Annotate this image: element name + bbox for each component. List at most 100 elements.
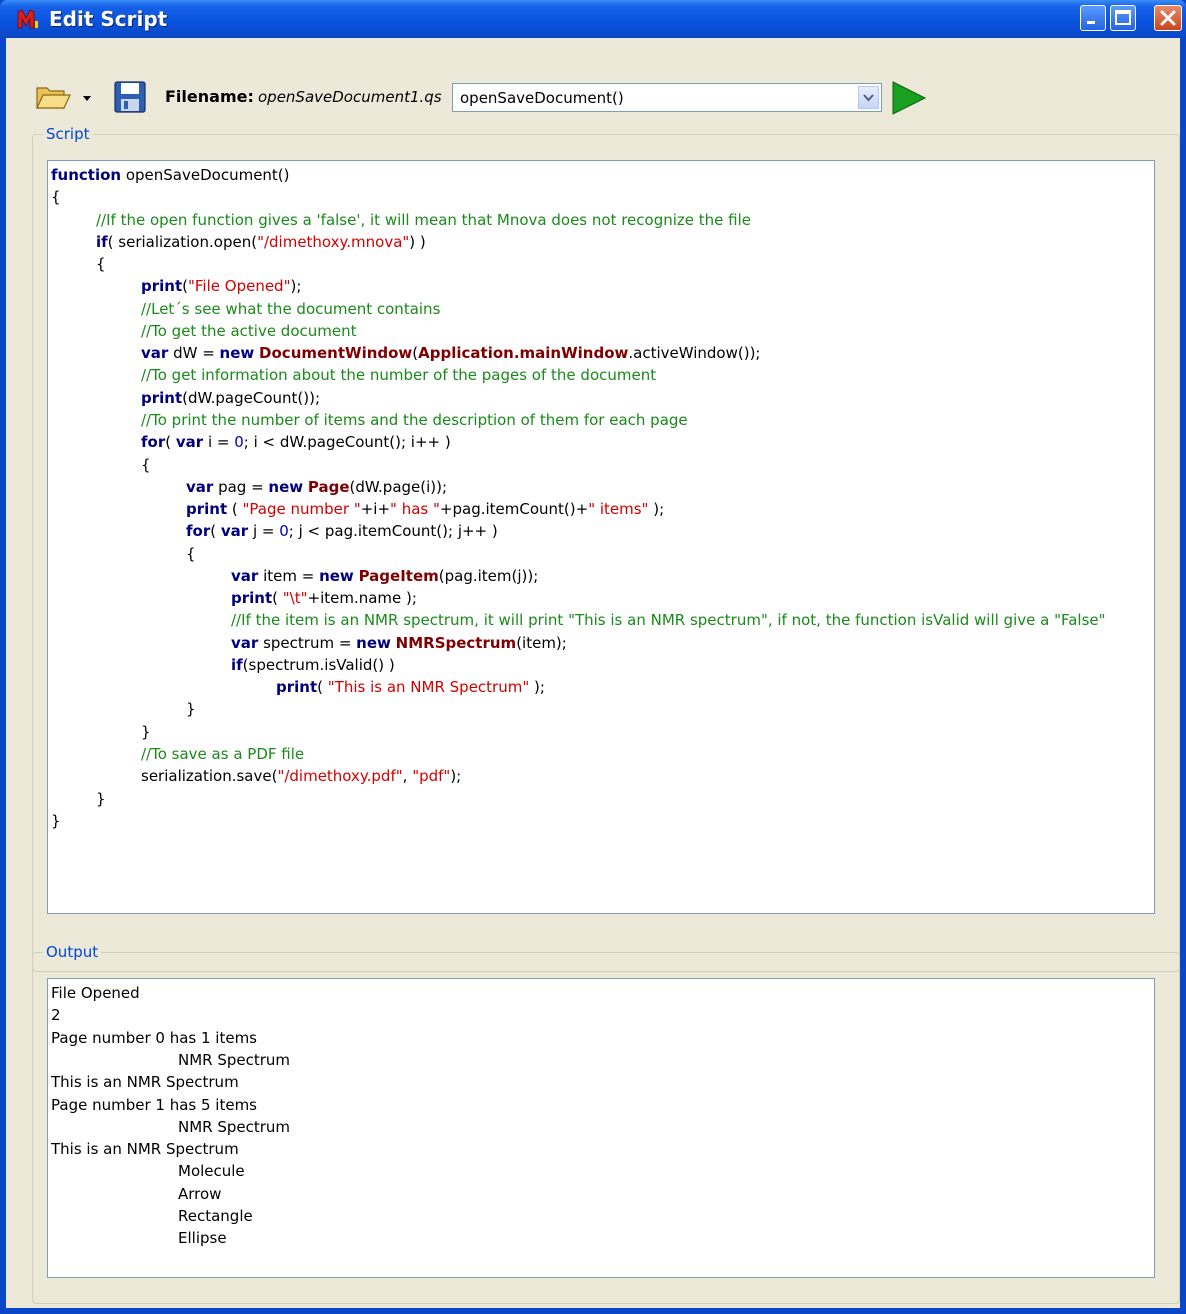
code-string: "/dimethoxy.mnova" xyxy=(257,232,410,251)
code-line: { xyxy=(96,254,106,274)
code-text: { xyxy=(51,188,61,207)
script-editor[interactable]: function openSaveDocument() { //If the ope… xyxy=(47,160,1155,914)
output-group: Output File Opened 2 Page number 0 has 1 i… xyxy=(32,943,1180,1304)
play-icon xyxy=(892,81,927,115)
code-text: } xyxy=(51,811,61,830)
output-line: Page number 1 has 5 items xyxy=(51,1095,258,1114)
code-line: var item = new PageItem(pag.item(j)); xyxy=(231,566,538,586)
code-string: "/dimethoxy.pdf" xyxy=(277,767,403,786)
code-class: NMRSpectrum xyxy=(395,633,517,652)
code-keyword: new xyxy=(356,633,391,652)
code-number: 0 xyxy=(279,522,289,541)
minimize-icon xyxy=(1087,21,1095,24)
code-keyword: print xyxy=(231,589,273,608)
code-text: .activeWindow()); xyxy=(628,344,761,363)
run-script-button[interactable] xyxy=(891,80,927,116)
code-number: 0 xyxy=(234,433,244,452)
code-line: } xyxy=(141,722,151,742)
code-line: print("File Opened"); xyxy=(141,276,301,296)
function-select-value: openSaveDocument() xyxy=(460,89,624,107)
code-keyword: if xyxy=(231,655,243,674)
code-line: var dW = new DocumentWindow(Application.… xyxy=(141,343,761,363)
minimize-button[interactable] xyxy=(1080,5,1106,31)
chevron-down-icon xyxy=(83,96,91,101)
close-button[interactable] xyxy=(1154,5,1182,31)
code-keyword: function xyxy=(51,166,122,184)
code-keyword: print xyxy=(276,678,318,697)
open-dropdown-button[interactable] xyxy=(80,90,94,104)
code-text: spectrum = xyxy=(258,633,357,652)
output-line: Molecule xyxy=(178,1162,245,1181)
filename-label: Filename: xyxy=(165,87,254,106)
code-keyword: var xyxy=(186,477,214,496)
code-line: { xyxy=(141,455,151,475)
output-line: Page number 0 has 1 items xyxy=(51,1028,258,1047)
code-keyword: print xyxy=(141,277,183,296)
code-text: item = xyxy=(258,566,320,585)
code-class: Page xyxy=(307,477,350,496)
code-string: "Page number " xyxy=(242,500,361,519)
output-line: NMR Spectrum xyxy=(178,1050,291,1069)
code-keyword: new xyxy=(319,566,354,585)
title-bar[interactable]: Edit Script xyxy=(0,0,1186,38)
code-keyword: var xyxy=(141,344,169,363)
code-line: //Let´s see what the document contains xyxy=(141,299,440,319)
code-line: } xyxy=(96,789,106,809)
output-console[interactable]: File Opened 2 Page number 0 has 1 items NMR… xyxy=(47,978,1155,1278)
chevron-down-icon xyxy=(863,94,874,102)
code-line: if( serialization.open("/dimethoxy.mnova… xyxy=(96,232,426,252)
code-comment: //To get the active document xyxy=(141,321,357,340)
open-file-button[interactable] xyxy=(34,80,74,114)
maximize-button[interactable] xyxy=(1110,5,1136,31)
code-comment: //If the open function gives a 'false', … xyxy=(96,210,751,229)
code-line: print(dW.pageCount()); xyxy=(141,388,320,408)
toolbar: Filename: openSaveDocument1.qs openSaveD… xyxy=(6,38,1180,118)
code-text: ) ) xyxy=(409,232,426,251)
code-line: var pag = new Page(dW.page(i)); xyxy=(186,477,447,497)
code-text: pag = xyxy=(213,477,269,496)
code-line: { xyxy=(51,187,61,207)
code-text: serialization.save( xyxy=(141,767,278,786)
code-text: ); xyxy=(648,500,665,519)
close-icon xyxy=(1160,10,1176,26)
code-text: ); xyxy=(529,678,545,697)
code-comment: //To get information about the number of… xyxy=(141,366,657,385)
script-group-label: Script xyxy=(43,125,93,143)
code-text: ( xyxy=(165,433,176,452)
output-line: This is an NMR Spectrum xyxy=(51,1140,239,1159)
function-select[interactable]: openSaveDocument() xyxy=(452,83,882,112)
code-text: dW = xyxy=(168,344,220,363)
code-text: ); xyxy=(290,277,302,296)
code-line: //To print the number of items and the d… xyxy=(141,410,688,430)
floppy-disk-icon xyxy=(114,81,146,113)
output-line: Ellipse xyxy=(178,1229,227,1248)
code-text: i = xyxy=(203,433,235,452)
code-text: ( xyxy=(317,678,328,697)
code-comment: //To print the number of items and the d… xyxy=(141,410,688,429)
code-text: (dW.pageCount()); xyxy=(182,388,321,407)
code-text: { xyxy=(186,544,196,563)
code-line: //If the open function gives a 'false', … xyxy=(96,210,751,230)
maximize-icon xyxy=(1115,10,1131,25)
save-file-button[interactable] xyxy=(112,80,148,114)
code-text: (pag.item(j)); xyxy=(438,566,539,585)
code-keyword: for xyxy=(141,433,166,452)
code-text: } xyxy=(186,700,196,719)
code-line: function openSaveDocument() xyxy=(51,165,290,185)
edit-script-window: Edit Script Filename: openSaveDocument1.… xyxy=(0,0,1186,1314)
code-text: (dW.page(i)); xyxy=(349,477,448,496)
output-line: 2 xyxy=(51,1006,61,1025)
code-string: "pdf" xyxy=(412,767,451,786)
code-class: DocumentWindow xyxy=(259,344,413,363)
code-text: openSaveDocument() xyxy=(121,166,290,184)
output-line: File Opened xyxy=(51,984,140,1002)
code-class: Application.mainWindow xyxy=(418,344,629,363)
code-text: , xyxy=(402,767,413,786)
output-group-label: Output xyxy=(43,943,102,961)
code-keyword: var xyxy=(220,522,249,541)
code-text: ( xyxy=(227,500,243,519)
script-group: Script function openSaveDocument() { //If … xyxy=(32,125,1180,972)
code-line: print( "This is an NMR Spectrum" ); xyxy=(276,677,545,697)
code-text: (item); xyxy=(516,633,567,652)
function-select-dropdown-button[interactable] xyxy=(858,86,879,109)
